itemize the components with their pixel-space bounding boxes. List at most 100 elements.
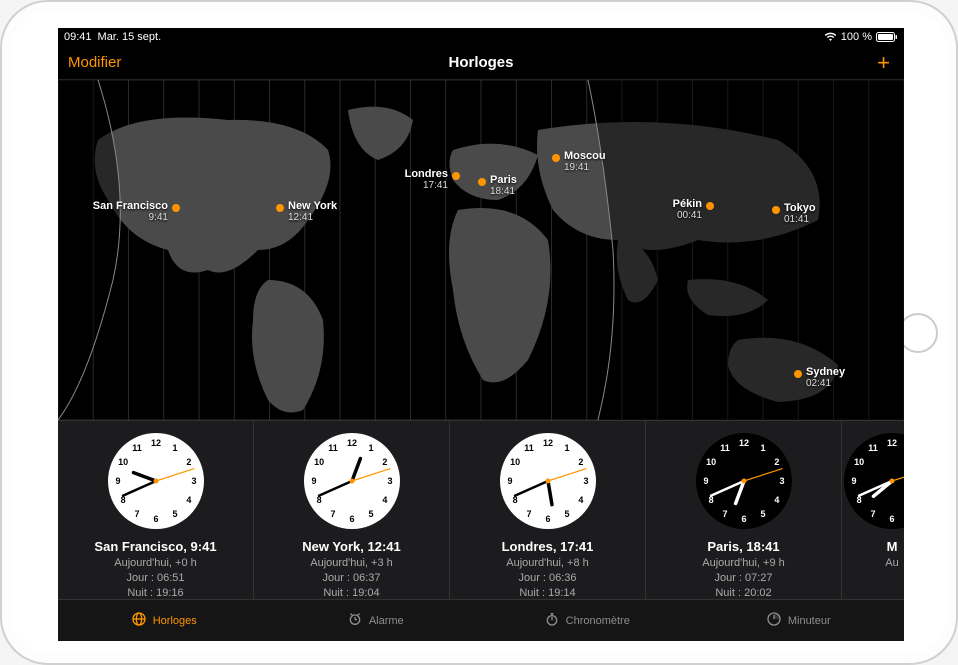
clock-time: 17:41 [560,539,593,554]
svg-text:1: 1 [368,443,373,453]
clock-time: 9:41 [191,539,217,554]
svg-text:6: 6 [545,514,550,524]
clock-details: Aujourd'hui, +3 hJour : 06:37Nuit : 19:0… [310,556,393,599]
map-city-name: Moscou [564,150,606,162]
map-city-time: 9:41 [93,212,168,223]
svg-text:9: 9 [507,476,512,486]
map-city-label: Tokyo01:41 [784,202,816,225]
clock-card[interactable]: 123456789101112Paris, 18:41Aujourd'hui, … [646,421,842,599]
svg-text:1: 1 [172,443,177,453]
globe-icon [131,611,147,630]
clock-city: Paris [707,539,739,554]
map-city-name: Pékin [673,198,702,210]
tab-label: Horloges [153,615,197,627]
map-city-dot [552,154,560,162]
clock-card[interactable]: 123456789101112MAu [842,421,904,599]
clock-sunrise: Jour : 06:37 [310,571,393,586]
svg-text:6: 6 [741,514,746,524]
map-city-time: 19:41 [564,162,606,173]
clock-city: San Francisco [94,539,183,554]
svg-text:11: 11 [868,443,878,453]
clock-sunrise: Jour : 06:51 [114,571,197,586]
status-time: 09:41 [64,31,92,43]
tab-stopwatch[interactable]: Chronomètre [481,600,693,641]
clock-face: 123456789101112 [106,431,206,531]
map-city-name: Londres [405,168,448,180]
svg-text:2: 2 [186,457,191,467]
svg-text:11: 11 [720,443,730,453]
svg-text:3: 3 [779,476,784,486]
clock-city: Londres [502,539,553,554]
add-clock-button[interactable]: + [877,52,890,74]
tab-timer[interactable]: Minuteur [693,600,905,641]
battery-icon [876,32,898,42]
svg-text:7: 7 [722,509,727,519]
svg-text:11: 11 [524,443,534,453]
clock-time: 12:41 [368,539,401,554]
clock-offset: Au [885,556,898,571]
map-city-time: 02:41 [806,378,845,389]
map-city-name: Sydney [806,366,845,378]
svg-text:12: 12 [887,438,897,448]
clock-sunset: Nuit : 19:04 [310,586,393,599]
svg-text:7: 7 [330,509,335,519]
map-city-dot [772,206,780,214]
clock-city: New York [302,539,360,554]
map-city-label: Paris18:41 [490,174,517,197]
svg-text:6: 6 [153,514,158,524]
svg-text:9: 9 [311,476,316,486]
map-city-time: 00:41 [673,210,702,221]
clock-offset: Aujourd'hui, +0 h [114,556,197,571]
tab-globe[interactable]: Horloges [58,600,270,641]
wifi-icon [824,32,837,42]
edit-button[interactable]: Modifier [68,54,121,71]
clock-sunrise: Jour : 06:36 [506,571,589,586]
svg-text:10: 10 [118,457,128,467]
clock-card[interactable]: 123456789101112New York, 12:41Aujourd'hu… [254,421,450,599]
map-city-name: Paris [490,174,517,186]
map-city-dot [794,370,802,378]
clock-title: M [887,539,898,554]
map-city-label: Moscou19:41 [564,150,606,173]
map-city-dot [706,202,714,210]
svg-text:6: 6 [349,514,354,524]
svg-text:7: 7 [526,509,531,519]
map-city-dot [276,204,284,212]
svg-text:2: 2 [774,457,779,467]
map-city-dot [478,178,486,186]
clock-offset: Aujourd'hui, +9 h [702,556,785,571]
clock-city: M [887,539,898,554]
svg-text:10: 10 [510,457,520,467]
map-city-name: San Francisco [93,200,168,212]
status-bar: 09:41 Mar. 15 sept. 100 % [58,28,904,46]
svg-text:5: 5 [760,509,765,519]
clock-face: 123456789101112 [694,431,794,531]
alarm-icon [347,611,363,630]
map-city-name: Tokyo [784,202,816,214]
clock-details: Aujourd'hui, +8 hJour : 06:36Nuit : 19:1… [506,556,589,599]
clock-card[interactable]: 123456789101112San Francisco, 9:41Aujour… [58,421,254,599]
stopwatch-icon [544,611,560,630]
tab-alarm[interactable]: Alarme [270,600,482,641]
world-map[interactable]: San Francisco9:41New York12:41Londres17:… [58,80,904,420]
svg-text:3: 3 [191,476,196,486]
map-city-time: 12:41 [288,212,337,223]
map-city-label: San Francisco9:41 [93,200,168,223]
map-city-dot [452,172,460,180]
clock-card[interactable]: 123456789101112Londres, 17:41Aujourd'hui… [450,421,646,599]
clock-title: Paris, 18:41 [707,539,779,554]
clock-title: San Francisco, 9:41 [94,539,216,554]
clock-offset: Aujourd'hui, +3 h [310,556,393,571]
home-button[interactable] [898,313,938,353]
svg-text:12: 12 [346,438,356,448]
svg-text:10: 10 [706,457,716,467]
svg-text:10: 10 [854,457,864,467]
svg-text:9: 9 [851,476,856,486]
clock-list[interactable]: 123456789101112San Francisco, 9:41Aujour… [58,420,904,599]
svg-text:9: 9 [703,476,708,486]
map-city-dot [172,204,180,212]
svg-text:9: 9 [115,476,120,486]
map-city-time: 18:41 [490,186,517,197]
svg-text:3: 3 [583,476,588,486]
clock-sunset: Nuit : 19:16 [114,586,197,599]
